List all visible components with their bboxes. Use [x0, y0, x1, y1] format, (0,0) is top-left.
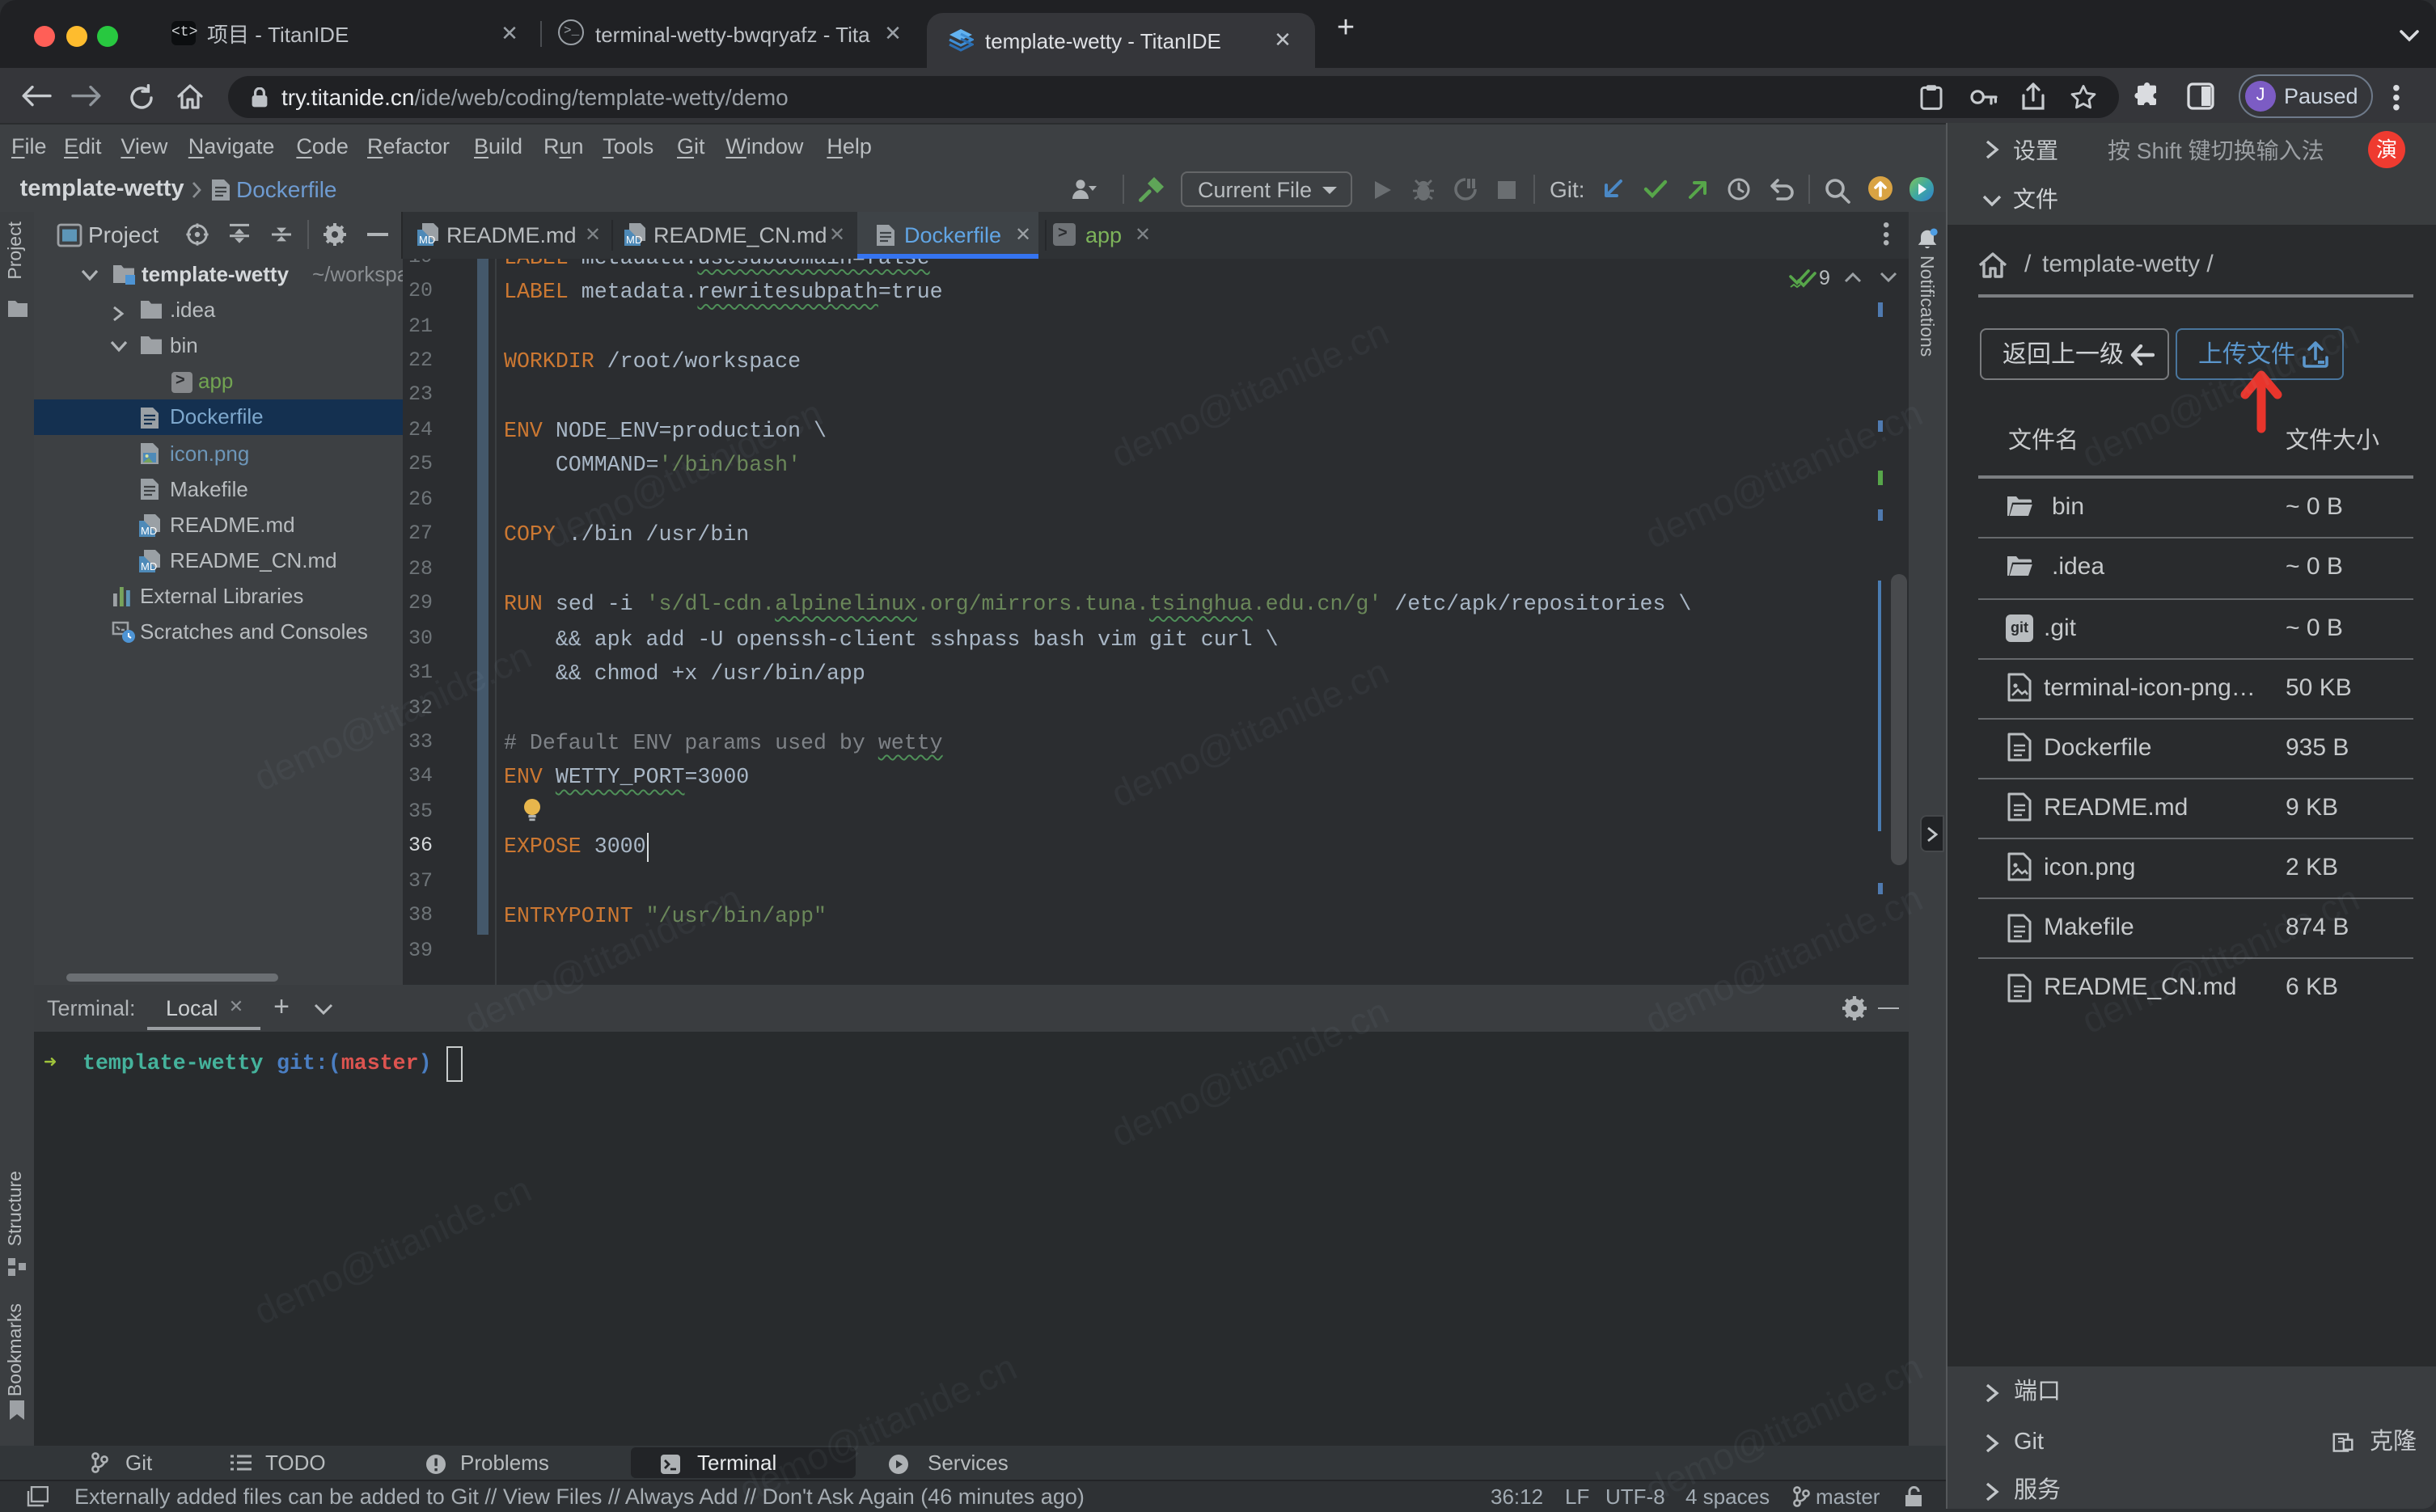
svg-text:MD: MD: [141, 560, 157, 572]
svg-text:MD: MD: [626, 234, 642, 246]
svg-text:MD: MD: [419, 234, 435, 246]
svg-text:MD: MD: [141, 525, 157, 537]
